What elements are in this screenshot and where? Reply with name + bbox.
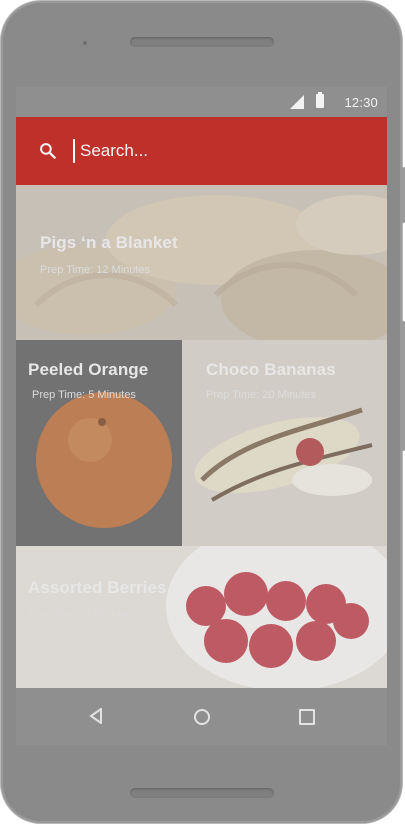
search-icon[interactable] [38, 141, 58, 161]
top-speaker [130, 37, 274, 47]
bottom-speaker [130, 788, 274, 798]
recipe-prep-time: Prep Time: 5 Minutes [32, 389, 136, 401]
back-icon[interactable] [89, 708, 105, 724]
recipe-prep-time: Prep Time: 4 Minutes [28, 608, 132, 620]
recipe-tile-pigs-n-a-blanket[interactable]: Pigs ‘n a Blanket Prep Time: 12 Minutes [16, 185, 387, 340]
recipe-tile-assorted-berries[interactable]: Assorted Berries Prep Time: 4 Minutes [16, 546, 387, 688]
nav-bar [16, 688, 387, 745]
recipe-tile-peeled-orange[interactable]: Peeled Orange Prep Time: 5 Minutes [16, 340, 182, 546]
status-bar: 12:30 [16, 87, 387, 117]
home-icon[interactable] [194, 709, 210, 725]
search-input[interactable]: Search... [80, 139, 148, 163]
app-bar: Search... [16, 117, 387, 185]
phone-frame: 12:30 Search... Pigs ‘n a Blanket Prep T… [1, 1, 405, 823]
recipe-prep-time: Prep Time: 20 Minutes [206, 389, 317, 401]
recipe-prep-time: Prep Time: 12 Minutes [40, 264, 151, 276]
recipe-title: Peeled Orange [28, 360, 149, 379]
recipe-title: Choco Bananas [206, 360, 336, 379]
status-time: 12:30 [344, 95, 378, 110]
recipe-title: Pigs ‘n a Blanket [40, 233, 178, 252]
screen: 12:30 Search... Pigs ‘n a Blanket Prep T… [16, 87, 387, 745]
recipe-title: Assorted Berries [28, 578, 167, 597]
recent-apps-icon[interactable] [299, 709, 315, 725]
battery-icon [316, 92, 324, 108]
recipe-tile-choco-bananas[interactable]: Choco Bananas Prep Time: 20 Minutes [182, 340, 387, 546]
signal-icon [290, 95, 304, 109]
recipe-image-croissants [16, 185, 387, 340]
text-cursor [73, 139, 75, 163]
front-camera [83, 41, 87, 45]
